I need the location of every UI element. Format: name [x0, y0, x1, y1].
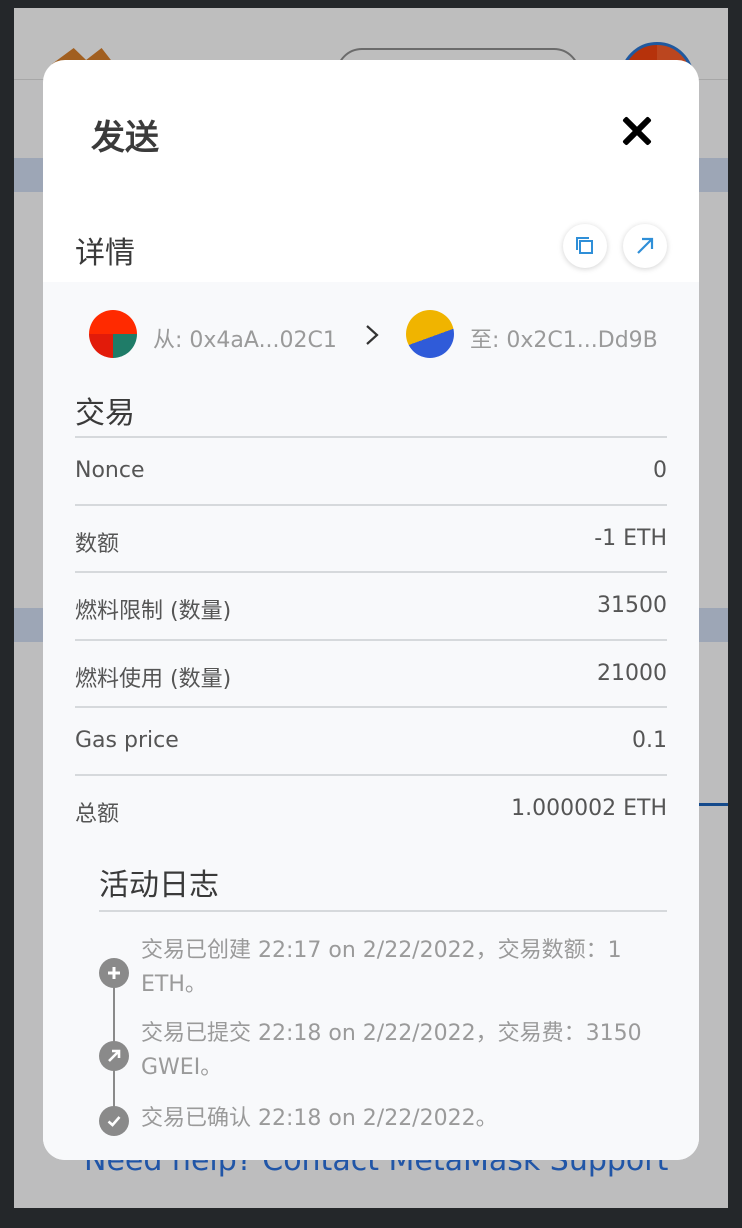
arrow-up-right-icon: [99, 1041, 129, 1071]
row-label: 数额: [75, 531, 120, 557]
table-row: 总额 1.000002 ETH: [75, 776, 667, 844]
activity-log-text: 交易已提交 22:18 on 2/22/2022，交易费：3150 GWEI。: [141, 1021, 642, 1080]
table-row: 燃料限制 (数量) 31500: [75, 573, 667, 641]
activity-log-text: 交易已确认 22:18 on 2/22/2022。: [141, 1106, 498, 1131]
row-label: 燃料使用 (数量): [75, 666, 232, 692]
sender-address[interactable]: 从: 0x4aA...02C1: [153, 322, 337, 354]
window-edge: [0, 0, 14, 1228]
transaction-table: Nonce 0 数额 -1 ETH 燃料限制 (数量) 31500 燃料使用 (…: [75, 436, 667, 843]
row-value: 31500: [597, 593, 667, 618]
transaction-details-modal: 发送 详情 从: 0x4aA...02C1 至: 0x2C1...Dd9B 交易…: [43, 60, 699, 1160]
close-icon[interactable]: [621, 115, 653, 147]
details-content: 从: 0x4aA...02C1 至: 0x2C1...Dd9B 交易 Nonce…: [43, 282, 699, 1160]
row-label: 总额: [75, 801, 120, 827]
table-row: Nonce 0: [75, 438, 667, 506]
recipient-avatar: [406, 310, 454, 358]
chevron-right-icon: [366, 325, 379, 345]
plus-icon: [99, 958, 129, 988]
details-label: 详情: [75, 236, 135, 271]
sender-avatar: [89, 310, 137, 358]
divider: [99, 910, 667, 912]
row-label: Nonce: [75, 458, 145, 483]
view-on-explorer-button[interactable]: [623, 224, 667, 268]
table-row: Gas price 0.1: [75, 708, 667, 776]
row-label: Gas price: [75, 728, 179, 753]
recipient-address[interactable]: 至: 0x2C1...Dd9B: [470, 322, 658, 354]
details-header: 详情: [43, 210, 699, 282]
row-value: 21000: [597, 660, 667, 686]
checkmark-icon: [99, 1106, 129, 1136]
table-row: 数额 -1 ETH: [75, 506, 667, 573]
row-value: 0.1: [632, 728, 667, 753]
row-value: 0: [653, 458, 667, 483]
row-label: 燃料限制 (数量): [75, 599, 232, 624]
row-value: 1.000002 ETH: [511, 795, 667, 821]
modal-header: 发送: [43, 60, 699, 210]
row-value: -1 ETH: [594, 525, 667, 551]
activity-log-title: 活动日志: [99, 868, 219, 903]
transaction-section-title: 交易: [75, 396, 135, 431]
modal-title: 发送: [91, 118, 159, 158]
table-row: 燃料使用 (数量) 21000: [75, 641, 667, 708]
copy-tx-id-button[interactable]: [563, 224, 607, 268]
sender-recipient-row: 从: 0x4aA...02C1 至: 0x2C1...Dd9B: [43, 302, 699, 366]
copy-icon: [576, 237, 593, 254]
activity-log-text: 交易已创建 22:17 on 2/22/2022，交易数额：1 ETH。: [141, 938, 622, 997]
external-link-icon: [637, 237, 654, 254]
